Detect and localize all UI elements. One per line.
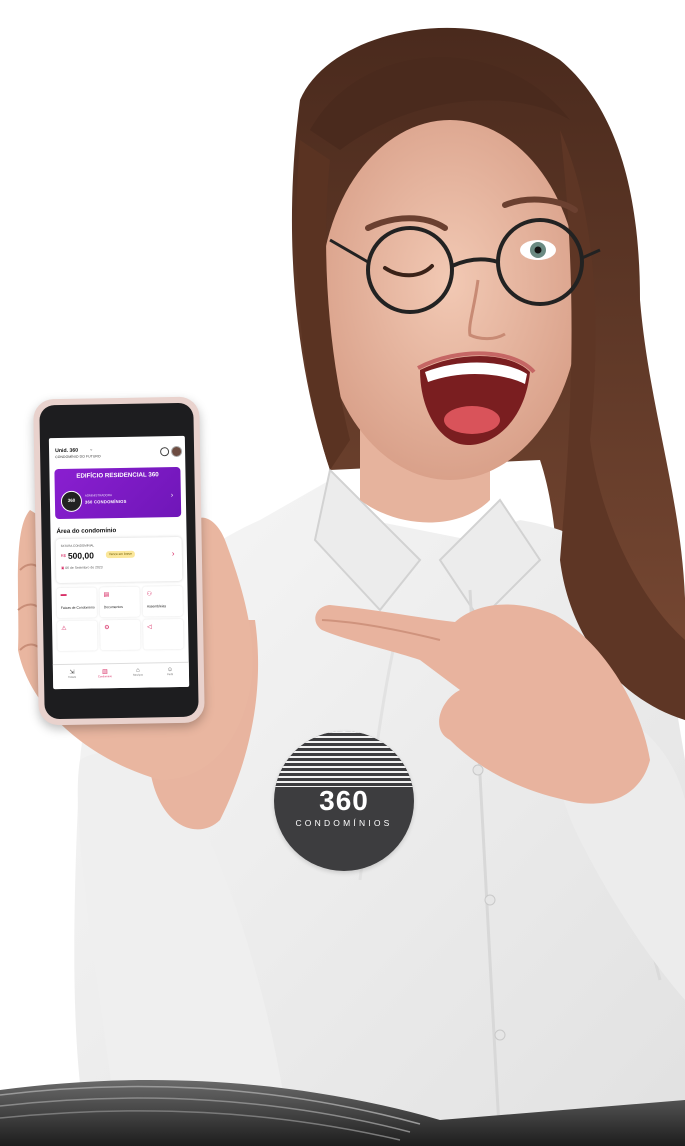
bill-due-date: ▣ 06 de Setembro de 2023 [61, 565, 103, 570]
app-screen: Unid. 360 ⌄ CONDOMÍNIO DO FUTURO EDIFÍCI… [48, 435, 190, 690]
unit-title[interactable]: Unid. 360 [55, 448, 78, 454]
card-icon: ▬ [60, 591, 67, 599]
bill-label: FATURA CONDOMINIAL [60, 543, 95, 549]
tab-perfil[interactable]: ☺ Perfil [155, 667, 185, 677]
building-banner[interactable]: EDIFÍCIO RESIDENCIAL 360 360 ADMINISTRAD… [54, 466, 182, 520]
people-icon: ⚇ [146, 591, 153, 598]
tab-label: Condomínio [97, 675, 113, 679]
bottom-tab-bar: ⇲ Tickets ▥ Condomínio ⌂ Serviços ☺ Perf… [52, 661, 190, 690]
building-name: EDIFÍCIO RESIDENCIAL 360 [76, 471, 159, 480]
alert-icon: ⚠ [61, 625, 67, 633]
manager-name: 360 CONDOMÍNIOS [84, 498, 127, 505]
phone-bezel: Unid. 360 ⌄ CONDOMÍNIO DO FUTURO EDIFÍCI… [39, 402, 199, 720]
tab-label: Serviços [132, 673, 143, 677]
feature-grid: ▬ Faixas de Condomínio ▤ Documentos ⚇ As… [56, 585, 184, 652]
bill-currency: R$ [60, 552, 67, 559]
unit-subtitle: CONDOMÍNIO DO FUTURO [55, 454, 101, 460]
tab-servicos[interactable]: ⌂ Serviços [123, 667, 153, 677]
tile-announcements[interactable]: ◁ [143, 618, 184, 650]
tab-tickets[interactable]: ⇲ Tickets [57, 669, 87, 680]
chevron-down-icon[interactable]: ⌄ [89, 446, 93, 452]
smartphone: Unid. 360 ⌄ CONDOMÍNIO DO FUTURO EDIFÍCI… [33, 396, 205, 726]
tile-alerts[interactable]: ⚠ [57, 620, 98, 652]
photo-scene: Unid. 360 ⌄ CONDOMÍNIO DO FUTURO EDIFÍCI… [0, 0, 685, 1146]
tab-condominio[interactable]: ▥ Condomínio [90, 668, 120, 679]
tile-assembleias[interactable]: ⚇ Assembleias [142, 585, 183, 617]
section-title: Área do condomínio [56, 527, 117, 536]
badge-stripes [274, 731, 414, 787]
tile-label: Documentos [103, 604, 123, 610]
tile-label: Faixas de Condomínio [60, 605, 95, 611]
chevron-right-icon[interactable]: › [171, 492, 173, 499]
avatar[interactable] [171, 445, 183, 458]
bill-card[interactable]: FATURA CONDOMINIAL R$ 500,00 Vence em br… [55, 536, 183, 584]
tile-settings[interactable]: ⚙ [100, 619, 141, 651]
brand-badge-logo: 360 CONDOMÍNIOS [274, 731, 414, 871]
manager-logo-icon: 360 [60, 490, 83, 513]
bill-amount: 500,00 [67, 550, 94, 561]
gear-icon: ⚙ [104, 625, 110, 632]
tab-label: Perfil [166, 673, 173, 677]
badge-number: 360 [319, 785, 369, 816]
megaphone-icon: ◁ [147, 624, 152, 631]
chevron-right-icon[interactable]: › [172, 549, 175, 558]
status-badge: Vence em breve [105, 550, 135, 559]
document-icon: ▤ [103, 592, 110, 599]
history-icon[interactable] [160, 447, 170, 457]
manager-label: ADMINISTRADORA [84, 493, 113, 498]
tile-faixas[interactable]: ▬ Faixas de Condomínio [56, 587, 97, 619]
due-date-text: 06 de Setembro de 2023 [65, 565, 103, 570]
tab-label: Tickets [67, 675, 77, 679]
tile-label: Assembleias [146, 604, 167, 609]
manager-logo-text: 360 [67, 497, 76, 503]
tile-documentos[interactable]: ▤ Documentos [99, 586, 140, 618]
app-header: Unid. 360 ⌄ CONDOMÍNIO DO FUTURO [55, 445, 183, 466]
badge-word: CONDOMÍNIOS [295, 818, 393, 828]
